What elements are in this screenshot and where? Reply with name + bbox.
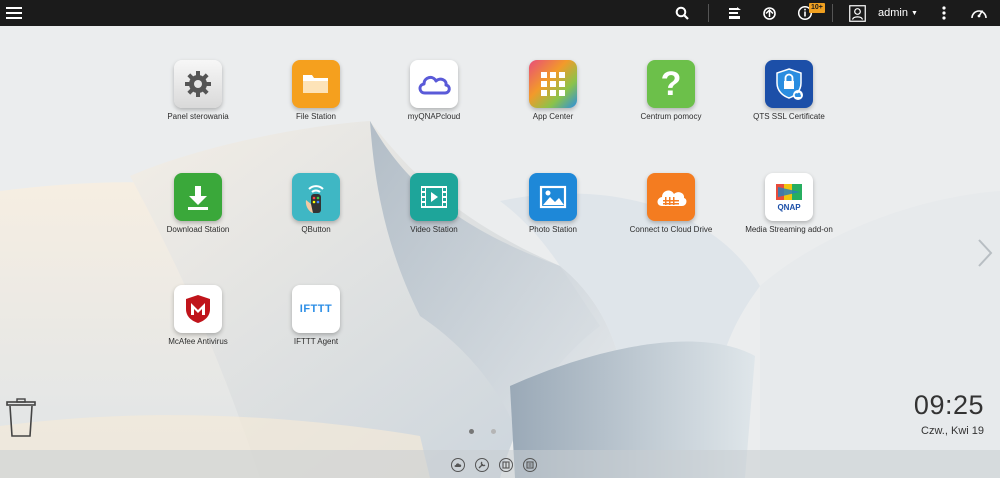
app-label: McAfee Antivirus — [168, 337, 228, 346]
app-download-station[interactable]: Download Station — [133, 173, 263, 234]
background-tasks-icon[interactable] — [725, 0, 743, 26]
app-label: App Center — [532, 112, 574, 121]
app-label: Video Station — [410, 225, 458, 234]
qnap-logo-text: QNAP — [777, 203, 801, 212]
user-name: admin — [878, 7, 908, 19]
shield-lock-icon — [765, 60, 813, 108]
next-page-chevron-icon[interactable] — [976, 238, 994, 273]
app-qbutton[interactable]: QButton — [251, 173, 381, 234]
app-grid-icon — [529, 60, 577, 108]
picture-icon — [529, 173, 577, 221]
app-label: IFTTT Agent — [293, 337, 339, 346]
clock-date: Czw., Kwi 19 — [921, 425, 984, 437]
app-label: Media Streaming add-on — [745, 225, 833, 234]
clock-time: 09:25 — [913, 390, 984, 420]
app-label: Photo Station — [528, 225, 578, 234]
folder-icon — [292, 60, 340, 108]
search-icon[interactable] — [673, 0, 691, 26]
app-qts-ssl-certificate[interactable]: QTS SSL Certificate — [724, 60, 854, 121]
app-label: Connect to Cloud Drive — [629, 225, 713, 234]
page-indicator[interactable] — [491, 429, 496, 434]
trash-icon[interactable] — [5, 398, 37, 443]
page-indicator-active[interactable] — [469, 429, 474, 434]
app-centrum-pomocy[interactable]: ? Centrum pomocy — [606, 60, 736, 121]
app-myqnapcloud[interactable]: myQNAPcloud — [369, 60, 499, 121]
dock-cloud-icon[interactable] — [451, 458, 465, 472]
app-panel-sterowania[interactable]: Panel sterowania — [133, 60, 263, 121]
app-photo-station[interactable]: Photo Station — [488, 173, 618, 234]
app-mcafee-antivirus[interactable]: McAfee Antivirus — [133, 285, 263, 346]
cloud-icon — [410, 60, 458, 108]
app-label: QButton — [301, 225, 331, 234]
app-label: File Station — [295, 112, 337, 121]
app-label: QTS SSL Certificate — [753, 112, 825, 121]
download-icon — [174, 173, 222, 221]
user-avatar-icon[interactable] — [847, 0, 867, 26]
app-label: Centrum pomocy — [640, 112, 702, 121]
app-connect-to-cloud-drive[interactable]: Connect to Cloud Drive — [606, 173, 736, 234]
user-menu[interactable]: admin ▼ — [878, 0, 920, 26]
ifttt-logo-text: IFTTT — [299, 303, 333, 315]
app-video-station[interactable]: Video Station — [369, 173, 499, 234]
ifttt-icon: IFTTT — [292, 285, 340, 333]
gear-icon — [174, 60, 222, 108]
app-label: Download Station — [166, 225, 230, 234]
cloud-drive-icon — [647, 173, 695, 221]
dock-book-icon[interactable] — [499, 458, 513, 472]
menu-icon[interactable] — [4, 0, 24, 26]
top-bar: 10+ admin ▼ — [0, 0, 1000, 26]
notification-badge: 10+ — [809, 3, 825, 13]
app-label: Panel sterowania — [167, 112, 229, 121]
dashboard-gauge-icon[interactable] — [968, 0, 990, 26]
dock-tools-icon[interactable] — [475, 458, 489, 472]
qnap-media-icon: QNAP — [765, 173, 813, 221]
chevron-down-icon: ▼ — [910, 9, 918, 17]
question-icon: ? — [647, 60, 695, 108]
film-icon — [410, 173, 458, 221]
app-ifttt-agent[interactable]: IFTTT IFTTT Agent — [251, 285, 381, 346]
app-file-station[interactable]: File Station — [251, 60, 381, 121]
external-devices-icon[interactable] — [760, 0, 778, 26]
remote-icon — [292, 173, 340, 221]
bottom-dock — [0, 450, 1000, 478]
app-media-streaming-add-on[interactable]: QNAP Media Streaming add-on — [724, 173, 854, 234]
dock-notes-icon[interactable] — [523, 458, 537, 472]
app-app-center[interactable]: App Center — [488, 60, 618, 121]
mcafee-shield-icon — [174, 285, 222, 333]
app-label: myQNAPcloud — [407, 112, 461, 121]
more-options-icon[interactable] — [937, 0, 951, 26]
